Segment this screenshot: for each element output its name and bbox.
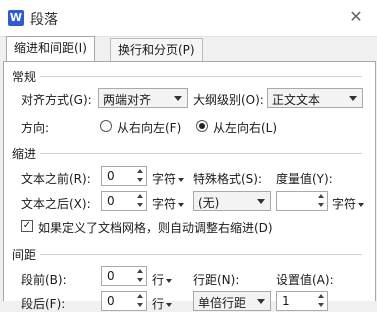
section-indent-title: 缩进	[12, 147, 37, 161]
space-after-label: 段后(F):	[21, 297, 66, 311]
title-bar: W 段落 ✕	[0, 0, 377, 37]
alignment-label: 对齐方式(G):	[21, 93, 92, 107]
section-general-title: 常规	[12, 70, 37, 84]
arrow-down-icon[interactable]	[318, 203, 324, 207]
arrow-down-icon[interactable]	[137, 278, 143, 282]
arrow-up-icon[interactable]	[318, 294, 324, 298]
close-icon[interactable]: ✕	[345, 6, 367, 28]
caret-down-icon	[166, 278, 173, 283]
caret-down-icon	[178, 177, 185, 182]
special-format-value: (无)	[198, 196, 220, 210]
auto-right-indent-label[interactable]: 如果定义了文档网格，则自动调整右缩进(D)	[38, 219, 273, 236]
space-before-value: 0	[107, 269, 115, 283]
section-divider	[40, 76, 362, 77]
section-divider	[40, 153, 362, 154]
auto-right-indent-checkbox[interactable]: ✓	[21, 220, 33, 232]
arrow-down-icon[interactable]	[318, 303, 324, 307]
outline-level-select[interactable]: 正文文本	[267, 88, 363, 108]
space-after-input[interactable]: 0	[101, 291, 147, 311]
indent-before-input[interactable]: 0	[101, 166, 147, 186]
spinner[interactable]	[135, 191, 146, 211]
direction-label: 方向:	[21, 121, 50, 135]
space-after-value: 0	[107, 294, 115, 308]
tab-strip: 缩进和间距(I) 换行和分页(P)	[0, 36, 377, 62]
line-spacing-value: 单倍行距	[198, 296, 247, 310]
wps-writer-icon: W	[8, 10, 24, 26]
indent-after-value: 0	[107, 194, 115, 208]
arrow-up-icon[interactable]	[137, 294, 143, 298]
arrow-up-icon[interactable]	[137, 169, 143, 173]
special-format-label: 特殊格式(S):	[193, 172, 263, 186]
section-spacing-title: 间距	[12, 248, 37, 262]
line-spacing-label: 行距(N):	[193, 273, 240, 287]
arrow-down-icon[interactable]	[137, 203, 143, 207]
spinner[interactable]	[135, 291, 146, 311]
spinner[interactable]	[316, 191, 327, 211]
setting-value-value: 1	[282, 294, 290, 308]
arrow-down-icon[interactable]	[137, 178, 143, 182]
unit-text: 字符	[152, 197, 177, 211]
section-divider	[40, 254, 362, 255]
tab-line-page-breaks[interactable]: 换行和分页(P)	[110, 38, 203, 61]
ltr-label[interactable]: 从左向右(L)	[213, 119, 277, 136]
measure-input[interactable]	[276, 191, 328, 211]
arrow-down-icon[interactable]	[137, 303, 143, 307]
measure-unit[interactable]: 字符	[332, 195, 365, 212]
alignment-select[interactable]: 两端对齐	[98, 88, 188, 108]
indent-after-unit[interactable]: 字符	[152, 195, 185, 212]
rtl-radio[interactable]	[100, 120, 112, 132]
space-after-unit[interactable]: 行	[152, 295, 173, 312]
unit-text: 字符	[332, 197, 357, 211]
measure-label: 度量值(Y):	[276, 172, 333, 186]
outline-level-value: 正文文本	[272, 93, 321, 107]
setting-value-input[interactable]: 1	[276, 291, 328, 311]
indent-after-label: 文本之后(X):	[21, 197, 91, 211]
arrow-up-icon[interactable]	[318, 194, 324, 198]
space-before-unit[interactable]: 行	[152, 271, 173, 288]
setting-value-label: 设置值(A):	[276, 273, 334, 287]
special-format-select[interactable]: (无)	[193, 191, 271, 211]
ltr-radio[interactable]	[196, 120, 208, 132]
spinner[interactable]	[135, 266, 146, 286]
chevron-down-icon	[174, 96, 182, 101]
space-before-label: 段前(B):	[21, 273, 67, 287]
caret-down-icon	[358, 202, 365, 207]
spinner[interactable]	[135, 166, 146, 186]
rtl-label[interactable]: 从右向左(F)	[117, 119, 181, 136]
dialog-title: 段落	[30, 12, 58, 28]
unit-text: 字符	[152, 172, 177, 186]
space-before-input[interactable]: 0	[101, 266, 147, 286]
caret-down-icon	[166, 302, 173, 307]
alignment-value: 两端对齐	[103, 93, 152, 107]
indent-after-input[interactable]: 0	[101, 191, 147, 211]
line-spacing-select[interactable]: 单倍行距	[193, 291, 271, 311]
arrow-up-icon[interactable]	[137, 194, 143, 198]
chevron-down-icon	[349, 96, 357, 101]
chevron-down-icon	[257, 199, 265, 204]
caret-down-icon	[178, 202, 185, 207]
tab-indent-spacing[interactable]: 缩进和间距(I)	[6, 36, 95, 62]
unit-text: 行	[152, 297, 165, 311]
indent-before-label: 文本之前(R):	[21, 172, 91, 186]
outline-level-label: 大纲级别(O):	[193, 93, 264, 107]
spinner[interactable]	[316, 291, 327, 311]
indent-before-unit[interactable]: 字符	[152, 170, 185, 187]
arrow-up-icon[interactable]	[137, 269, 143, 273]
unit-text: 行	[152, 273, 165, 287]
indent-before-value: 0	[107, 169, 115, 183]
